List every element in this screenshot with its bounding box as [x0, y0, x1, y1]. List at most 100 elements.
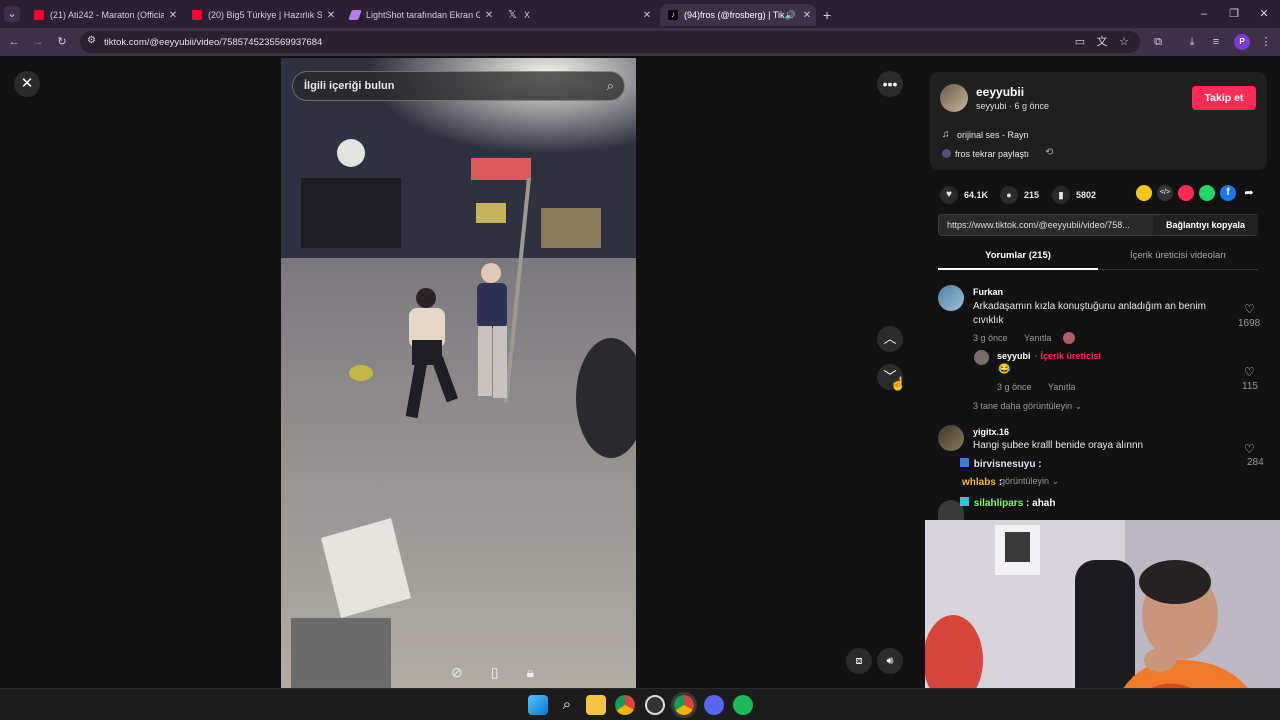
spotify-icon[interactable]: [733, 695, 753, 715]
display-name[interactable]: eeyyubii: [976, 85, 1024, 99]
windows-start-icon[interactable]: [528, 695, 548, 715]
minimize-icon[interactable]: –: [1196, 6, 1212, 22]
video-search-bar[interactable]: İlgili içeriği bulun ⌕: [292, 71, 625, 101]
x-icon: 𝕏: [508, 9, 517, 21]
comment-icon[interactable]: ●: [1000, 186, 1018, 204]
search-icon[interactable]: ⌕: [607, 78, 614, 94]
profile-avatar[interactable]: P: [1234, 34, 1250, 50]
site-info-icon[interactable]: ⚙: [87, 35, 96, 46]
tab-comments[interactable]: Yorumlar (215): [938, 250, 1098, 270]
reply-button[interactable]: Yanıtla: [1024, 333, 1051, 343]
like-count: 64.1K: [964, 190, 989, 200]
comment-stat[interactable]: ● 215: [1000, 186, 1039, 204]
tab-title: LightShot tarafından Ekran Gör: [366, 10, 480, 20]
creator-liked-icon: [1063, 332, 1075, 344]
reply-user[interactable]: seyyubi: [997, 351, 1031, 361]
save-stat[interactable]: ▮ 5802: [1052, 186, 1096, 204]
whatsapp-icon[interactable]: [1199, 185, 1215, 201]
chat-text: : ahah: [1026, 498, 1056, 509]
restore-icon[interactable]: ❐: [1226, 6, 1242, 22]
bookmark-icon[interactable]: ▯: [491, 664, 499, 686]
share-icons: </> f ➦: [1136, 185, 1257, 201]
close-tab-icon[interactable]: ✕: [164, 10, 182, 21]
bookmark-star-icon[interactable]: ☆: [1116, 34, 1132, 50]
lock-icon[interactable]: 🔒︎: [526, 664, 533, 686]
browser-tab[interactable]: LightShot tarafından Ekran Gör ✕: [342, 4, 498, 26]
reply-avatar[interactable]: [974, 350, 989, 365]
previous-video-button[interactable]: ︿: [877, 326, 903, 352]
facebook-icon[interactable]: f: [1220, 185, 1236, 201]
like-stat[interactable]: ♥ 64.1K: [940, 186, 988, 204]
back-icon[interactable]: ←: [6, 34, 22, 50]
youtube-icon: [192, 10, 202, 20]
view-more-replies[interactable]: görüntüleyin ⌄: [1000, 476, 1059, 487]
comment-time: 3 g önce: [973, 333, 1008, 343]
share-arrow-icon[interactable]: ➦: [1241, 185, 1257, 201]
reply-reply-button[interactable]: Yanıtla: [1048, 382, 1075, 392]
comment-avatar[interactable]: [938, 425, 964, 451]
tab-search-chevron-icon[interactable]: ⌄: [4, 6, 20, 22]
video-link[interactable]: https://www.tiktok.com/@eeyyubii/video/7…: [947, 220, 1147, 230]
comment-like-count: 284: [1247, 457, 1264, 468]
translate-icon[interactable]: 文: [1094, 34, 1110, 50]
reading-list-icon[interactable]: ≡: [1208, 34, 1224, 50]
volume-button[interactable]: 🔊︎: [877, 648, 903, 674]
creator-badge: · İçerik üreticisi: [1035, 351, 1102, 361]
extensions-icon[interactable]: ⧉: [1150, 34, 1166, 50]
close-tab-icon[interactable]: ✕: [322, 10, 340, 21]
comment-like-icon[interactable]: ♡: [1244, 442, 1255, 456]
tab-title: X: [524, 10, 531, 20]
close-tab-icon[interactable]: ✕: [480, 10, 498, 21]
view-more-replies[interactable]: 3 tane daha görüntüleyin ⌄: [973, 401, 1082, 412]
close-window-icon[interactable]: ✕: [1256, 6, 1272, 22]
address-bar[interactable]: ⚙ tiktok.com/@eeyyubii/video/75857452355…: [80, 31, 1140, 53]
browser-tab[interactable]: 𝕏 X ✕: [500, 4, 656, 26]
browser-tab-strip: ⌄ (21) Ati242 - Maraton (Official V ✕ (2…: [0, 0, 1280, 28]
more-menu-icon[interactable]: ⋮: [1258, 34, 1274, 50]
chat-text: :: [998, 477, 1003, 488]
avatar[interactable]: [940, 84, 968, 112]
heart-icon[interactable]: ♥: [940, 186, 958, 204]
embed-icon[interactable]: </>: [1157, 185, 1173, 201]
link-copy-box: https://www.tiktok.com/@eeyyubii/video/7…: [938, 214, 1258, 236]
video-player[interactable]: İlgili içeriği bulun ⌕ ⊘ ▯ 🔒︎: [281, 58, 636, 688]
download-icon[interactable]: ⤓: [1184, 34, 1200, 50]
browser-tab[interactable]: (21) Ati242 - Maraton (Official V ✕: [26, 4, 182, 26]
close-video-button[interactable]: ✕: [14, 71, 40, 97]
new-tab-button[interactable]: +: [818, 4, 840, 26]
bookmark-icon[interactable]: ▮: [1052, 186, 1070, 204]
comment-avatar[interactable]: [938, 285, 964, 311]
sound-label[interactable]: orijinal ses - Rayn: [957, 130, 1029, 140]
chevron-down-icon: ⌄: [1074, 401, 1083, 411]
browser-tab-active[interactable]: ♪ (94)fros (@frosberg) | TikTok 🔊 ✕: [660, 4, 816, 26]
close-tab-icon[interactable]: ✕: [638, 10, 656, 21]
cast-icon[interactable]: ▭: [1072, 34, 1088, 50]
save-count: 5802: [1076, 190, 1097, 200]
volume-muted-icon[interactable]: ⊘: [451, 664, 463, 686]
smile-share-icon[interactable]: [1136, 185, 1152, 201]
speaker-icon: 🔊: [784, 9, 796, 20]
browser-tab[interactable]: (20) Big5 Türkiye | Hazırlık Sezo ✕: [184, 4, 340, 26]
file-explorer-icon[interactable]: [586, 695, 606, 715]
comment-like-icon[interactable]: ♡: [1244, 302, 1255, 316]
discord-icon[interactable]: [704, 695, 724, 715]
chrome-icon[interactable]: [615, 695, 635, 715]
copy-link-button[interactable]: Bağlantıyı kopyala: [1153, 215, 1258, 235]
more-options-button[interactable]: •••: [877, 71, 903, 97]
reply-like-icon[interactable]: ♡: [1244, 365, 1255, 379]
chrome-active-icon[interactable]: [671, 692, 697, 718]
reply-text: 😂: [998, 364, 1011, 375]
comment-user[interactable]: yigitx.16: [973, 427, 1009, 437]
reload-icon[interactable]: ↻: [54, 34, 70, 50]
search-icon[interactable]: ⌕: [557, 695, 577, 715]
follow-button[interactable]: Takip et: [1192, 86, 1256, 110]
close-tab-icon[interactable]: ✕: [798, 10, 816, 21]
obs-icon[interactable]: [645, 695, 665, 715]
picture-in-picture-button[interactable]: ⧈: [846, 648, 872, 674]
send-icon[interactable]: [1178, 185, 1194, 201]
forward-icon[interactable]: →: [30, 34, 46, 50]
comment-user[interactable]: Furkan: [973, 287, 1003, 297]
creator-subtitle: seyyubi · 6 g önce: [976, 101, 1050, 111]
browser-toolbar: ← → ↻ ⚙ tiktok.com/@eeyyubii/video/75857…: [0, 28, 1280, 56]
tab-creator-videos[interactable]: İçerik üreticisi videoları: [1098, 250, 1258, 270]
